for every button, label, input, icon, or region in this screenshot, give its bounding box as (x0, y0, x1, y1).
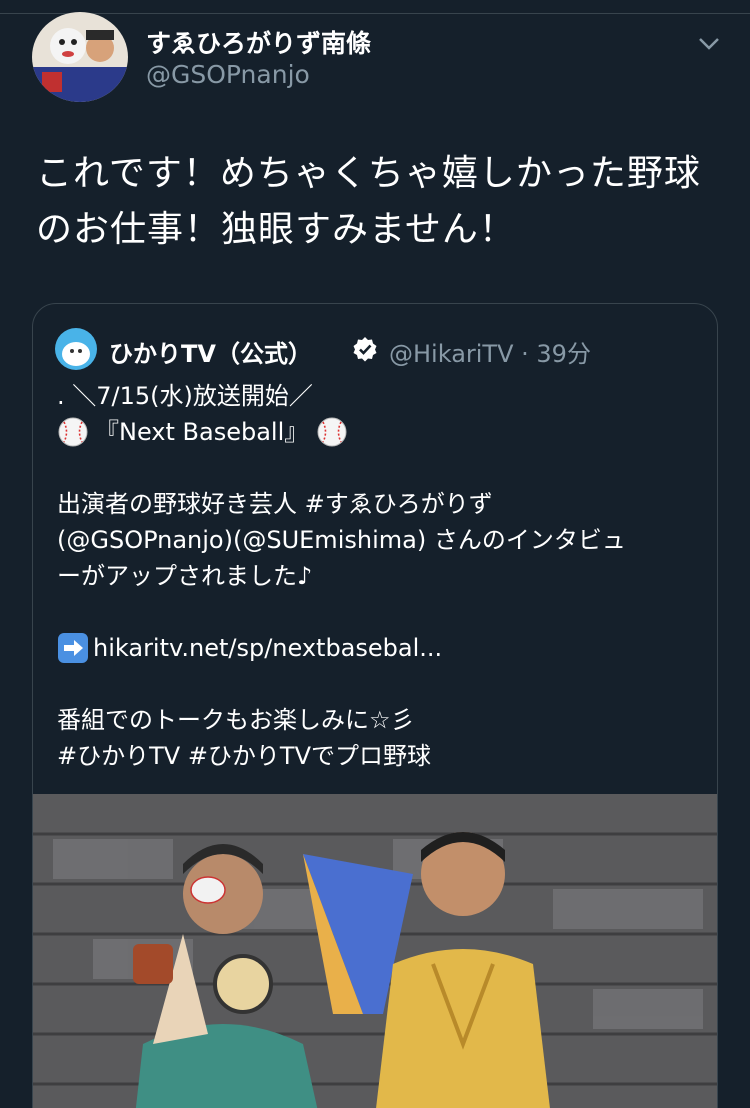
body-line-4: (@GSOPnanjo)(@SUEmishima) さんのインタビュ (57, 526, 626, 554)
quoted-tweet-photo[interactable] (33, 794, 717, 1108)
body-line-1: . ＼7/15(水)放送開始／ (57, 382, 313, 410)
quoted-author-avatar[interactable] (55, 328, 97, 370)
author-handle[interactable]: @GSOPnanjo (146, 60, 310, 89)
quoted-tweet-header: ひかりTV（公式） @HikariTV · 39分 (55, 326, 695, 372)
quoted-author-name[interactable]: ひかりTV（公式） (109, 334, 312, 369)
quoted-author-handle[interactable]: @HikariTV (389, 340, 514, 368)
right-arrow-emoji-icon (57, 632, 89, 664)
baseball-emoji-icon (316, 416, 348, 448)
program-title: 『Next Baseball』 (95, 418, 309, 446)
body-line-5: ーがアップされました♪ (57, 562, 313, 590)
body-line-2: 『Next Baseball』 (57, 414, 697, 450)
tweet-header: すゑひろがりず南條 @GSOPnanjo (32, 12, 732, 106)
quoted-tweet[interactable]: ひかりTV（公式） @HikariTV · 39分 . ＼7/15(水)放送開始… (32, 303, 718, 1108)
author-avatar[interactable] (32, 12, 128, 102)
baseball-emoji-icon (57, 416, 89, 448)
quoted-meta: @HikariTV · 39分 (389, 334, 591, 369)
tweet-text: これです！めちゃくちゃ嬉しかった野球のお仕事！独眼すみません！ (36, 153, 701, 250)
quoted-tweet-body: . ＼7/15(水)放送開始／ 『Next Baseball』 出演者の野球好き… (57, 378, 697, 774)
article-link[interactable]: hikaritv.net/sp/nextbasebal... (93, 630, 442, 666)
author-name[interactable]: すゑひろがりず南條 (146, 24, 371, 60)
chevron-down-icon[interactable] (696, 30, 722, 56)
quoted-timestamp[interactable]: · 39分 (521, 340, 591, 368)
body-line-link: hikaritv.net/sp/nextbasebal... (57, 630, 697, 666)
verified-badge-icon (351, 335, 379, 363)
body-line-3: 出演者の野球好き芸人 #すゑひろがりず (57, 490, 493, 518)
body-hashtags[interactable]: #ひかりTV #ひかりTVでプロ野球 (57, 738, 697, 774)
body-line-7: 番組でのトークもお楽しみに☆彡 (57, 706, 415, 734)
